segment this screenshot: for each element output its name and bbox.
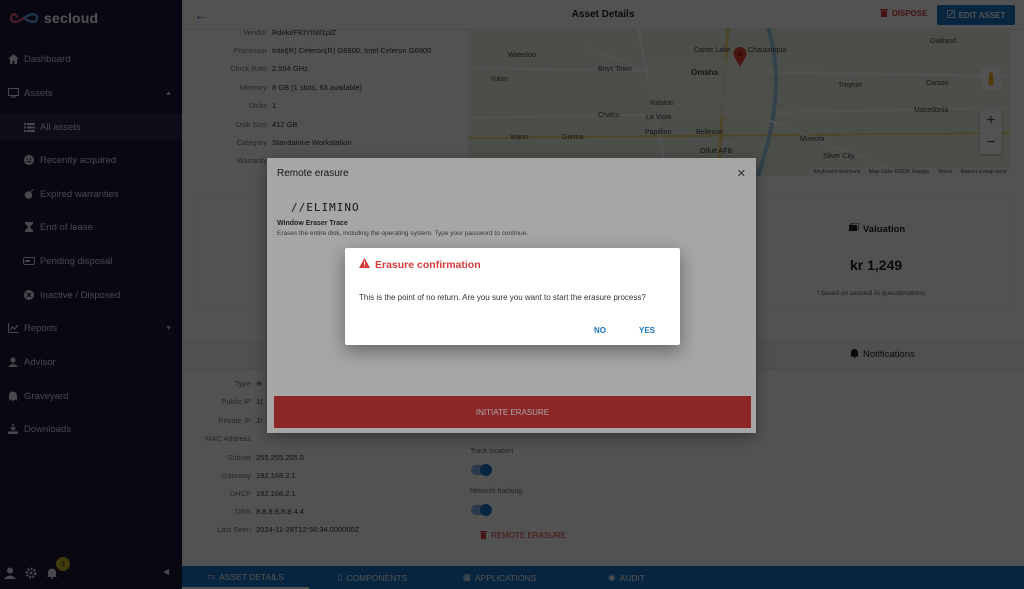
yes-button[interactable]: YES <box>639 326 655 335</box>
confirm-message: This is the point of no return. Are you … <box>359 293 646 302</box>
erasure-confirmation-dialog: Erasure confirmation This is the point o… <box>345 248 680 345</box>
no-button[interactable]: NO <box>594 326 606 335</box>
confirm-title: Erasure confirmation <box>359 258 481 271</box>
warning-icon <box>359 258 370 271</box>
confirm-title-text: Erasure confirmation <box>375 258 481 271</box>
